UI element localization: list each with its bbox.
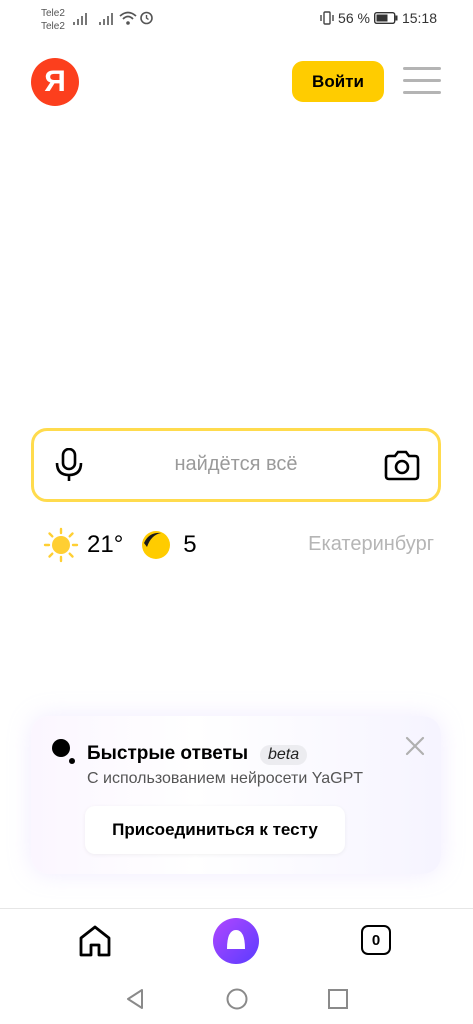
camera-icon[interactable] <box>384 447 420 481</box>
traffic-score[interactable]: 5 <box>183 531 196 559</box>
temperature[interactable]: 21° <box>87 531 123 559</box>
signal-icon <box>99 13 115 25</box>
alarm-icon <box>139 10 154 30</box>
close-icon[interactable] <box>405 736 425 756</box>
battery-icon <box>373 12 398 24</box>
back-icon[interactable] <box>124 987 146 1011</box>
status-bar: Tele2 Tele2 56 % 15:18 <box>0 0 473 36</box>
city-label[interactable]: Екатеринбург <box>308 533 434 556</box>
home-icon[interactable] <box>78 924 112 958</box>
carrier-2-label: Tele2 <box>41 21 65 32</box>
alice-icon[interactable] <box>213 918 259 964</box>
quick-answers-card: Быстрые ответы beta С использованием ней… <box>31 716 441 874</box>
traffic-icon[interactable] <box>141 530 171 560</box>
search-box[interactable]: найдётся всё <box>31 428 441 502</box>
quick-answers-subtitle: С использованием нейросети YaGPT <box>87 770 364 787</box>
bottom-bar: 0 <box>0 908 473 975</box>
login-button[interactable]: Войти <box>292 61 384 102</box>
menu-icon[interactable] <box>403 67 441 97</box>
sun-icon[interactable] <box>43 527 79 563</box>
logo-letter: Я <box>44 65 66 98</box>
carrier-1-label: Tele2 <box>41 8 65 19</box>
carrier-info: Tele2 Tele2 <box>41 7 65 33</box>
signal-icon <box>73 13 89 25</box>
status-right: 56 % 15:18 <box>320 10 437 26</box>
recent-apps-icon[interactable] <box>327 988 349 1010</box>
battery-percent: 56 % <box>338 10 370 26</box>
tabs-count: 0 <box>371 931 381 949</box>
system-nav-bar <box>0 974 473 1024</box>
search-placeholder[interactable]: найдётся всё <box>34 453 438 476</box>
beta-badge: beta <box>260 745 308 765</box>
quick-answers-logo-dot <box>69 758 75 764</box>
vibrate-icon <box>320 11 334 25</box>
clock: 15:18 <box>401 10 437 26</box>
tabs-counter-button[interactable]: 0 <box>361 925 391 955</box>
info-row: 21° 5 <box>43 527 197 563</box>
join-test-button[interactable]: Присоединиться к тесту <box>85 806 345 854</box>
wifi-icon <box>119 11 137 30</box>
home-circle-icon[interactable] <box>225 987 249 1011</box>
quick-answers-logo-icon <box>52 739 70 757</box>
quick-answers-title: Быстрые ответы <box>87 743 249 764</box>
yandex-logo[interactable]: Я <box>31 58 79 106</box>
